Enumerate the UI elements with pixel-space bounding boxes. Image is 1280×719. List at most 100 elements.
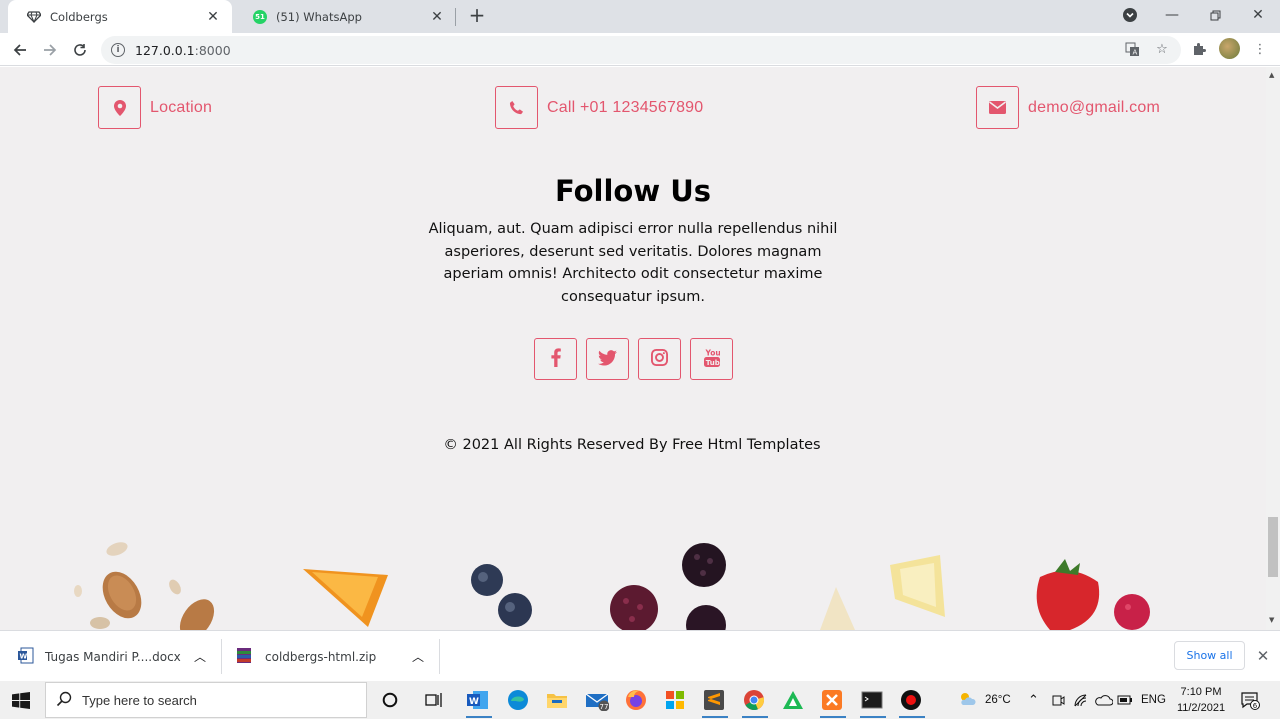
tab-title: Coldbergs <box>50 9 108 24</box>
close-shelf-icon[interactable]: ✕ <box>1254 647 1272 665</box>
chrome-icon[interactable] <box>742 688 766 712</box>
file-explorer-icon[interactable] <box>545 688 569 712</box>
restore-icon[interactable] <box>1193 0 1237 30</box>
zip-archive-icon <box>236 647 252 667</box>
xampp-icon[interactable] <box>820 688 844 712</box>
svg-text:Tube: Tube <box>705 359 719 367</box>
contact-phone[interactable]: Call +01 1234567890 <box>495 86 703 129</box>
chevron-up-icon[interactable]: ︿ <box>194 631 206 682</box>
taskbar-clock[interactable]: 7:10 PM 11/2/2021 <box>1172 684 1230 716</box>
tab-coldbergs[interactable]: Coldbergs ✕ <box>8 0 232 33</box>
tab-whatsapp[interactable]: 51 (51) WhatsApp ✕ <box>234 0 456 33</box>
network-icon[interactable] <box>1073 681 1089 719</box>
back-icon[interactable] <box>7 37 33 63</box>
instagram-link[interactable] <box>638 338 681 380</box>
task-view-icon[interactable] <box>422 688 446 712</box>
whatsapp-icon: 51 <box>252 9 268 25</box>
weather-widget[interactable]: 26°C <box>958 681 1011 719</box>
cortana-icon[interactable] <box>378 688 402 712</box>
download-name: coldbergs-html.zip <box>265 649 377 664</box>
new-tab-icon[interactable]: + <box>466 5 488 27</box>
twitter-link[interactable] <box>586 338 629 380</box>
search-icon <box>56 691 72 710</box>
svg-text:A: A <box>1132 48 1137 56</box>
download-item-docx[interactable]: W Tugas Mandiri P....docx <box>18 631 181 682</box>
scroll-up-icon[interactable]: ▲ <box>1269 71 1274 79</box>
screen-recorder-icon[interactable] <box>899 688 923 712</box>
facebook-link[interactable] <box>534 338 577 380</box>
site-info-icon[interactable]: i <box>111 43 125 57</box>
temperature-text: 26°C <box>985 694 1011 706</box>
address-bar[interactable]: i 127.0.0.1:8000 <box>101 36 1181 64</box>
close-window-icon[interactable]: ✕ <box>1236 0 1280 30</box>
address-url: 127.0.0.1:8000 <box>135 42 231 58</box>
notification-center-icon[interactable]: 6 <box>1240 681 1260 719</box>
tab-title: (51) WhatsApp <box>276 9 362 24</box>
meet-now-icon[interactable] <box>1051 681 1065 719</box>
extensions-icon[interactable] <box>1191 41 1207 57</box>
profile-avatar[interactable] <box>1219 38 1240 59</box>
svg-text:77: 77 <box>600 703 609 711</box>
download-shelf: W Tugas Mandiri P....docx ︿ coldbergs-ht… <box>0 630 1280 681</box>
copyright-text: © 2021 All Rights Reserved By Free Html … <box>443 437 821 453</box>
contact-location[interactable]: Location <box>98 86 212 129</box>
social-links: You Tube <box>534 338 733 380</box>
clock-date: 11/2/2021 <box>1176 702 1226 714</box>
download-separator <box>221 639 222 674</box>
twitter-icon <box>598 349 617 369</box>
svg-text:W: W <box>469 697 479 707</box>
onedrive-icon[interactable] <box>1095 681 1113 719</box>
edge-icon[interactable] <box>506 688 530 712</box>
windows-start-icon[interactable] <box>12 692 30 709</box>
follow-us-text: Aliquam, aut. Quam adipisci error nulla … <box>428 221 838 305</box>
store-app-icon[interactable] <box>663 688 687 712</box>
contact-email-text: demo@gmail.com <box>1028 98 1160 116</box>
tray-expand-icon[interactable]: ⌃ <box>1028 681 1039 719</box>
svg-text:You: You <box>704 348 720 357</box>
menu-kebab-icon[interactable]: ⋮ <box>1252 41 1268 57</box>
weather-icon <box>958 691 976 710</box>
taskbar-search-box[interactable]: Type here to search <box>45 682 367 718</box>
minimize-icon[interactable]: — <box>1150 0 1194 30</box>
scroll-down-icon[interactable]: ▼ <box>1269 616 1274 624</box>
battery-icon[interactable] <box>1117 681 1133 719</box>
translate-icon[interactable]: A <box>1124 41 1140 57</box>
firefox-icon[interactable] <box>624 688 648 712</box>
map-marker-icon <box>98 86 141 129</box>
contact-email[interactable]: demo@gmail.com <box>976 86 1160 129</box>
show-all-button[interactable]: Show all <box>1174 641 1245 670</box>
phone-icon <box>495 86 538 129</box>
word-app-icon[interactable]: W <box>466 688 490 712</box>
contact-location-text: Location <box>150 98 213 116</box>
page-scrollbar[interactable]: ▲ ▼ <box>1266 67 1280 630</box>
fruit-decoration-image <box>74 542 1150 630</box>
download-separator <box>439 639 440 674</box>
envelope-icon <box>976 86 1019 129</box>
terminal-icon[interactable] <box>860 688 884 712</box>
reload-icon[interactable] <box>67 37 93 63</box>
windows-taskbar: Type here to search W 77 26°C ⌃ ENG 7:10… <box>0 681 1280 719</box>
language-indicator[interactable]: ENG <box>1141 681 1166 719</box>
instagram-icon <box>651 349 668 369</box>
sublime-text-icon[interactable] <box>702 688 726 712</box>
youtube-icon: You Tube <box>703 348 724 371</box>
svg-text:6: 6 <box>1253 702 1258 710</box>
download-item-zip[interactable]: coldbergs-html.zip <box>236 631 376 682</box>
chevron-up-icon[interactable]: ︿ <box>412 631 424 682</box>
search-placeholder: Type here to search <box>82 692 197 708</box>
tab-strip: Coldbergs ✕ 51 (51) WhatsApp ✕ + — ✕ <box>0 0 1280 33</box>
scrollbar-thumb[interactable] <box>1268 517 1278 577</box>
clock-time: 7:10 PM <box>1180 686 1222 698</box>
mail-icon[interactable]: 77 <box>585 688 609 712</box>
browser-toolbar: i 127.0.0.1:8000 A ☆ ⋮ <box>0 33 1280 66</box>
triangle-app-icon[interactable] <box>781 688 805 712</box>
diamond-icon <box>26 9 42 25</box>
tab-search-icon[interactable] <box>1108 0 1152 30</box>
word-doc-icon: W <box>18 647 35 667</box>
forward-icon[interactable] <box>37 37 63 63</box>
bookmark-star-icon[interactable]: ☆ <box>1154 41 1170 57</box>
close-tab-icon[interactable]: ✕ <box>204 8 222 26</box>
download-name: Tugas Mandiri P....docx <box>45 649 181 664</box>
close-tab-icon[interactable]: ✕ <box>428 8 446 26</box>
youtube-link[interactable]: You Tube <box>690 338 733 380</box>
